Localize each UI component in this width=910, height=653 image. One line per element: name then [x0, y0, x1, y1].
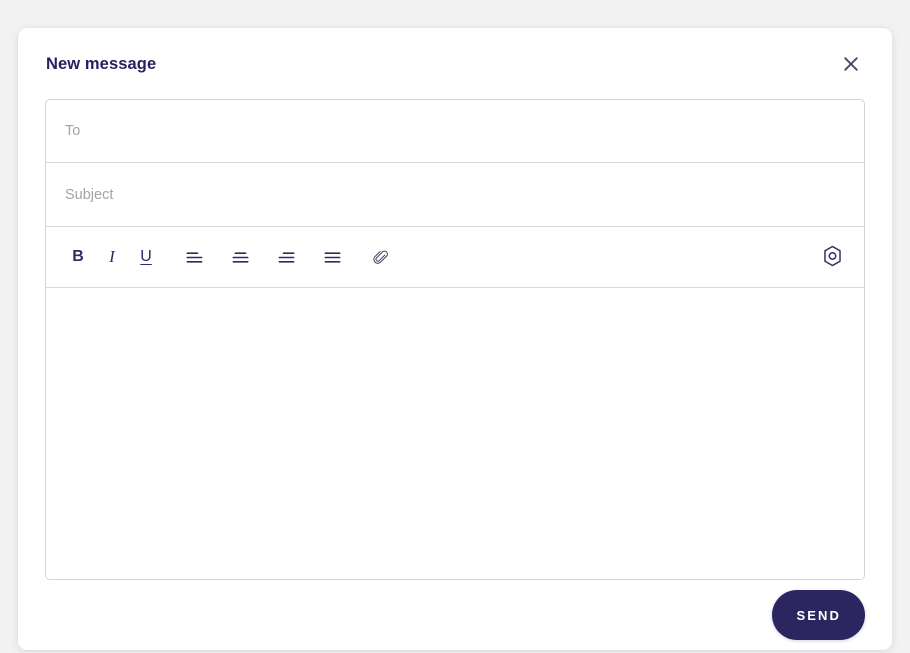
- toolbar-left-group: B I U: [65, 244, 393, 270]
- compose-panel: B I U: [45, 99, 865, 580]
- align-justify-button[interactable]: [319, 244, 345, 270]
- dialog-footer: Send: [18, 580, 892, 650]
- italic-button[interactable]: I: [99, 244, 125, 270]
- bold-button[interactable]: B: [65, 244, 91, 270]
- page-root: New message To Subject B I U SEND: [0, 0, 910, 653]
- page-title: New message: [46, 54, 157, 73]
- align-left-button[interactable]: [181, 244, 207, 270]
- settings-button[interactable]: [818, 243, 846, 271]
- align-right-icon: [277, 251, 295, 264]
- align-right-button[interactable]: [273, 244, 299, 270]
- message-body-input[interactable]: [46, 288, 864, 579]
- attachment-button[interactable]: [367, 244, 393, 270]
- paperclip-icon: [372, 249, 389, 266]
- dialog-header: New message: [18, 28, 892, 100]
- formatting-toolbar: B I U: [46, 227, 864, 288]
- underline-icon: U: [140, 248, 152, 265]
- send-button[interactable]: Send: [772, 590, 865, 640]
- close-icon: [842, 55, 860, 73]
- italic-icon: I: [109, 247, 115, 266]
- align-center-button[interactable]: [227, 244, 253, 270]
- subject-input[interactable]: [65, 186, 845, 203]
- close-button[interactable]: [836, 49, 866, 79]
- to-field-row: [46, 100, 864, 163]
- align-center-icon: [231, 251, 249, 264]
- align-left-icon: [185, 251, 203, 264]
- underline-button[interactable]: U: [133, 244, 159, 270]
- subject-field-row: [46, 163, 864, 227]
- bold-icon: B: [72, 248, 84, 265]
- to-input[interactable]: [65, 123, 845, 139]
- hex-settings-icon: [822, 245, 843, 270]
- align-justify-icon: [323, 251, 341, 264]
- new-message-dialog: New message To Subject B I U SEND: [18, 28, 892, 650]
